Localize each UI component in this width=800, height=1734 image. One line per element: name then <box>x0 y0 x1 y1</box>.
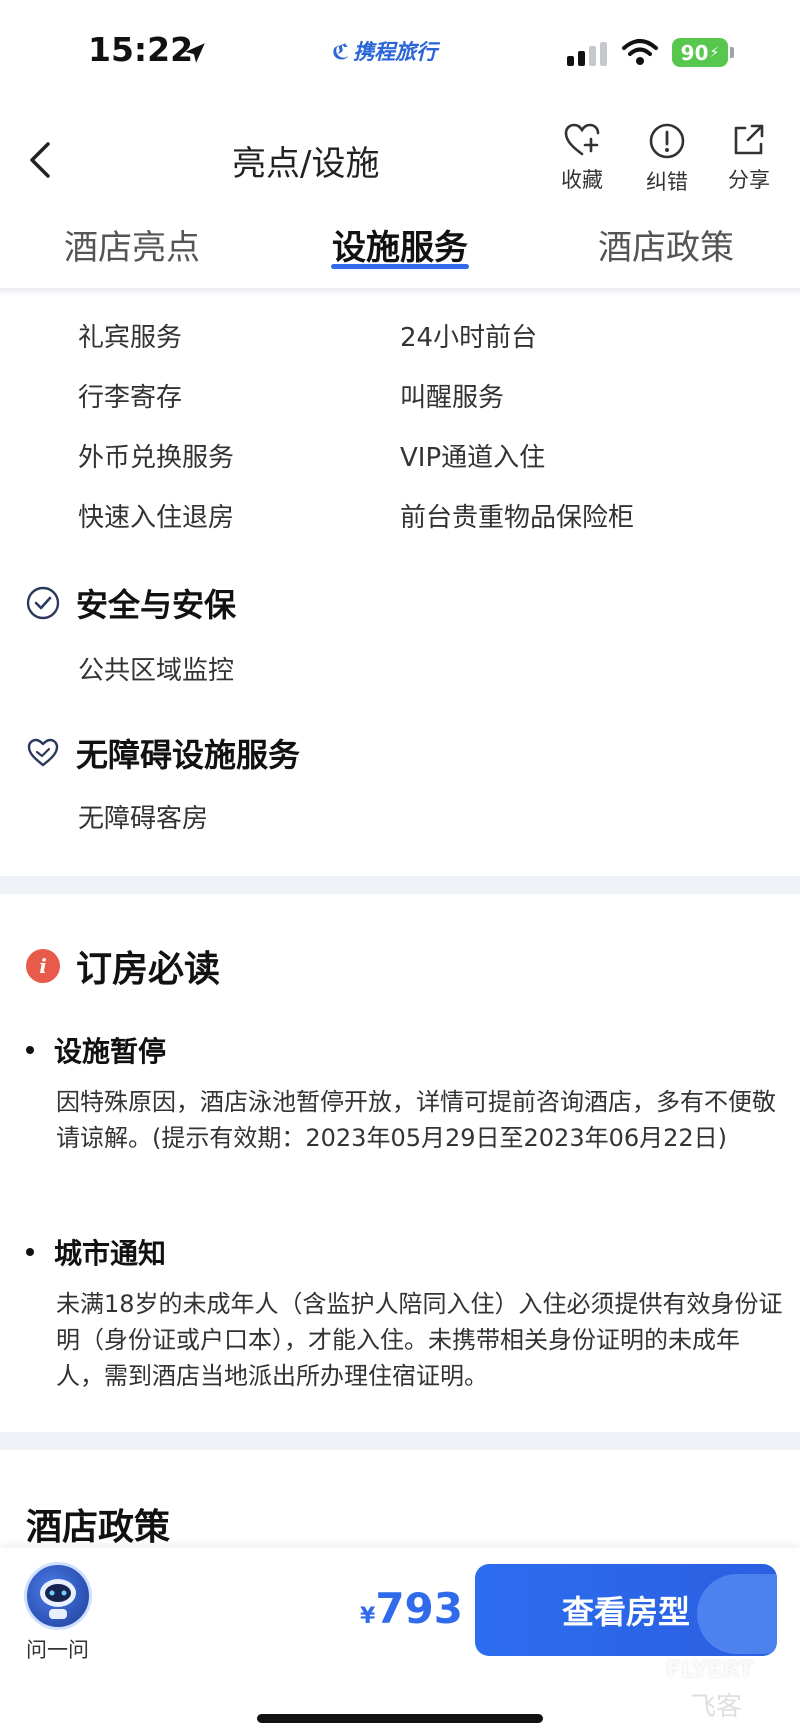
facility-item: 24小时前台 <box>400 323 538 353</box>
cellular-signal-icon <box>567 42 607 66</box>
security-section-header: 安全与安保 <box>26 580 236 626</box>
battery-level: 90 <box>680 40 709 65</box>
button-decoration <box>697 1574 777 1654</box>
share-label: 分享 <box>728 168 770 192</box>
status-time: 15:22 <box>88 30 194 69</box>
report-error-label: 纠错 <box>646 170 688 194</box>
facility-item: 快速入住退房 <box>78 503 235 533</box>
home-indicator <box>257 1714 543 1723</box>
favorite-button[interactable]: 收藏 <box>547 122 617 194</box>
notice-body: 未满18岁的未成年人（含监护人陪同入住）入住必须提供有效身份证明（身份证或户口本… <box>56 1290 783 1390</box>
heart-hand-icon <box>27 738 59 767</box>
status-bar: 15:22 ℭ 携程旅行 90 ⚡ <box>0 0 800 100</box>
battery-nub <box>730 47 734 58</box>
notice-body: 因特殊原因，酒店泳池暂停开放，详情可提前咨询酒店，多有不便敬请谅解。(提示有效期… <box>56 1088 776 1152</box>
battery-indicator: 90 ⚡ <box>672 38 728 67</box>
tab-bar: 酒店亮点 设施服务 酒店政策 <box>0 210 800 300</box>
brand-logo: ℭ 携程旅行 <box>332 36 437 66</box>
active-tab-indicator <box>331 264 469 269</box>
view-room-types-label: 查看房型 <box>561 1593 690 1631</box>
tab-facilities[interactable]: 设施服务 <box>332 220 468 269</box>
must-read-header: i 订房必读 <box>26 940 220 992</box>
bottom-action-bar: 问一问 ¥793 查看房型 FLYERT 飞客 <box>0 1548 800 1734</box>
info-icon: i <box>26 949 60 983</box>
facility-item: 叫醒服务 <box>400 383 505 413</box>
brand-name: 携程旅行 <box>353 40 438 64</box>
accessibility-title: 无障碍设施服务 <box>76 736 301 774</box>
notice-title: 设施暂停 <box>54 1035 167 1068</box>
facility-item: VIP通道入住 <box>400 443 546 473</box>
policy-section-title: 酒店政策 <box>26 1507 171 1548</box>
wifi-icon <box>622 39 658 65</box>
header-shadow <box>0 288 800 296</box>
section-divider <box>0 876 800 894</box>
bullet-dot <box>26 1046 34 1054</box>
back-arrow-icon[interactable] <box>22 140 62 180</box>
security-title: 安全与安保 <box>76 586 237 624</box>
assistant-avatar[interactable] <box>24 1562 92 1630</box>
facility-item: 礼宾服务 <box>78 323 183 353</box>
facility-item: 前台贵重物品保险柜 <box>400 503 635 533</box>
bullet-dot <box>26 1248 34 1256</box>
page-title: 亮点/设施 <box>232 144 380 184</box>
share-icon <box>734 124 764 155</box>
tab-highlights[interactable]: 酒店亮点 <box>64 220 200 269</box>
security-item: 公共区域监控 <box>78 656 235 686</box>
accessibility-item: 无障碍客房 <box>78 804 209 834</box>
must-read-title: 订房必读 <box>76 949 221 990</box>
charging-bolt-icon: ⚡ <box>709 44 720 61</box>
currency-symbol: ¥ <box>360 1604 376 1629</box>
report-error-button[interactable]: 纠错 <box>632 122 702 196</box>
notice-item: 城市通知 未满18岁的未成年人（含监护人陪同入住）入住必须提供有效身份证明（身份… <box>26 1232 786 1394</box>
section-divider <box>0 1432 800 1450</box>
exclamation-circle-icon <box>649 123 685 159</box>
share-button[interactable]: 分享 <box>714 122 784 194</box>
ask-label[interactable]: 问一问 <box>26 1634 89 1664</box>
facility-item: 行李寄存 <box>78 383 183 413</box>
notice-item: 设施暂停 因特殊原因，酒店泳池暂停开放，详情可提前咨询酒店，多有不便敬请谅解。(… <box>26 1030 786 1156</box>
price-display: ¥793 <box>360 1584 463 1633</box>
favorite-label: 收藏 <box>561 168 603 192</box>
check-circle-icon <box>26 586 60 620</box>
robot-icon <box>40 1579 76 1619</box>
watermark-text: FLYERT <box>666 1658 754 1683</box>
view-room-types-button[interactable]: 查看房型 <box>475 1564 777 1656</box>
watermark-subtext: 飞客 <box>690 1692 743 1722</box>
tab-policy[interactable]: 酒店政策 <box>598 220 734 269</box>
dolphin-icon: ℭ <box>332 40 350 64</box>
accessibility-section-header: 无障碍设施服务 <box>26 730 300 776</box>
location-arrow-icon <box>185 43 205 63</box>
heart-plus-icon <box>564 123 600 156</box>
notice-title: 城市通知 <box>54 1237 167 1270</box>
price-amount: 793 <box>375 1584 463 1633</box>
nav-header: 亮点/设施 收藏 纠错 分享 酒店亮点 设施服务 酒店政策 <box>0 100 800 300</box>
facility-item: 外币兑换服务 <box>78 443 235 473</box>
